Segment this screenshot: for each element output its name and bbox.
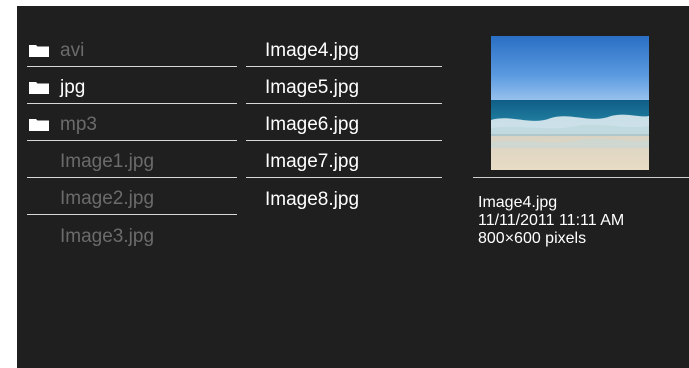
file-label: Image7.jpg [265, 151, 360, 172]
folder-item-mp3[interactable]: mp3 [27, 104, 237, 141]
file-item[interactable]: Image7.jpg [246, 141, 442, 178]
folder-icon [29, 82, 49, 94]
folder-label: jpg [60, 77, 86, 98]
file-item[interactable]: Image8.jpg [246, 178, 442, 215]
file-column: Image4.jpg Image5.jpg Image6.jpg Image7.… [246, 30, 442, 215]
file-item[interactable]: Image6.jpg [246, 104, 442, 141]
folder-label: mp3 [60, 114, 97, 135]
info-resolution: 800×600 pixels [478, 230, 587, 247]
folder-icon [29, 119, 49, 131]
file-label: Image4.jpg [265, 40, 360, 61]
folder-item-jpg[interactable]: jpg [27, 67, 237, 104]
folder-item-avi[interactable]: avi [27, 30, 237, 67]
folder-icon [29, 45, 49, 57]
file-item[interactable]: Image3.jpg [27, 215, 237, 252]
file-label: Image5.jpg [265, 77, 360, 98]
file-label: Image8.jpg [265, 188, 360, 210]
folder-column: avi jpg mp3 Image1.jpg Image2.jpg Image3… [27, 30, 237, 252]
file-info-panel: Image4.jpg 11/11/2011 11:11 AM 800×600 p… [478, 194, 624, 248]
file-label: Image2.jpg [60, 188, 155, 209]
file-item[interactable]: Image5.jpg [246, 67, 442, 104]
file-item-selected[interactable]: Image4.jpg [246, 30, 442, 67]
folder-label: avi [60, 40, 85, 61]
file-label: Image6.jpg [265, 114, 360, 135]
file-label: Image1.jpg [60, 151, 155, 172]
file-item[interactable]: Image2.jpg [27, 178, 237, 215]
file-item[interactable]: Image1.jpg [27, 141, 237, 178]
media-browser-screen: avi jpg mp3 Image1.jpg Image2.jpg Image3… [17, 6, 689, 368]
info-file-name: Image4.jpg [478, 194, 558, 211]
file-label: Image3.jpg [60, 225, 155, 247]
preview-divider [473, 177, 689, 178]
image-preview-thumbnail [491, 36, 649, 170]
info-date: 11/11/2011 11:11 AM [478, 212, 625, 229]
beach-image-icon [491, 36, 649, 170]
